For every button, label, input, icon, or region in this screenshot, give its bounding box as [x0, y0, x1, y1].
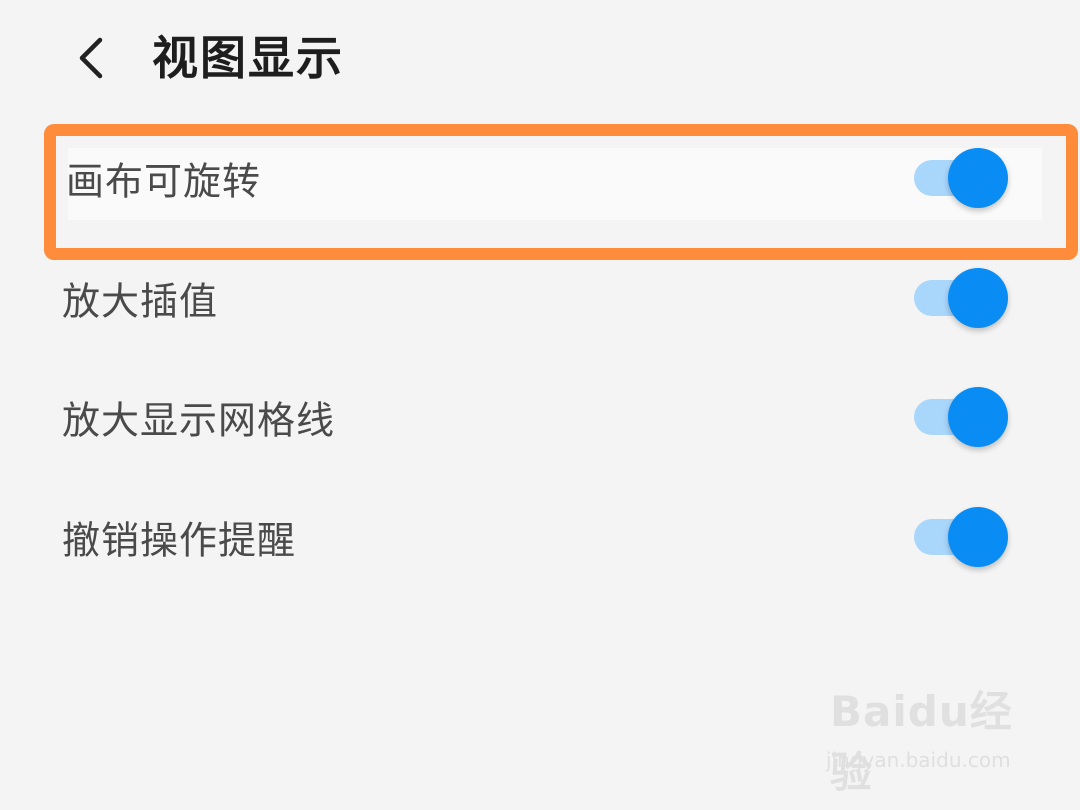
canvas-rotate-toggle[interactable] [912, 146, 1012, 210]
undo-reminder-toggle[interactable] [912, 505, 1012, 569]
setting-label: 放大显示网格线 [62, 398, 336, 443]
toggle-thumb [948, 507, 1008, 567]
watermark-url: jingyan.baidu.com [826, 748, 1011, 772]
toggle-thumb [948, 148, 1008, 208]
setting-label: 撤销操作提醒 [62, 518, 297, 563]
toggle-thumb [948, 268, 1008, 328]
back-button[interactable] [60, 30, 120, 90]
setting-row-undo-reminder[interactable]: 撤销操作提醒 [0, 477, 1080, 597]
zoom-grid-toggle[interactable] [912, 385, 1012, 449]
setting-row-zoom-grid[interactable]: 放大显示网格线 [0, 357, 1080, 477]
zoom-interpolation-toggle[interactable] [912, 266, 1012, 330]
toggle-thumb [948, 387, 1008, 447]
page-title: 视图显示 [152, 31, 344, 85]
setting-row-canvas-rotate[interactable]: 画布可旋转 [0, 118, 1080, 238]
baidu-watermark: Baidu经验 jingyan.baidu.com [822, 678, 1022, 797]
chevron-left-icon [72, 34, 108, 86]
watermark-logo: Baidu经验 [830, 687, 1013, 797]
setting-row-zoom-interpolation[interactable]: 放大插值 [0, 238, 1080, 358]
app-header: 视图显示 [0, 0, 1080, 120]
setting-label: 画布可旋转 [66, 159, 262, 204]
setting-label: 放大插值 [62, 279, 219, 324]
